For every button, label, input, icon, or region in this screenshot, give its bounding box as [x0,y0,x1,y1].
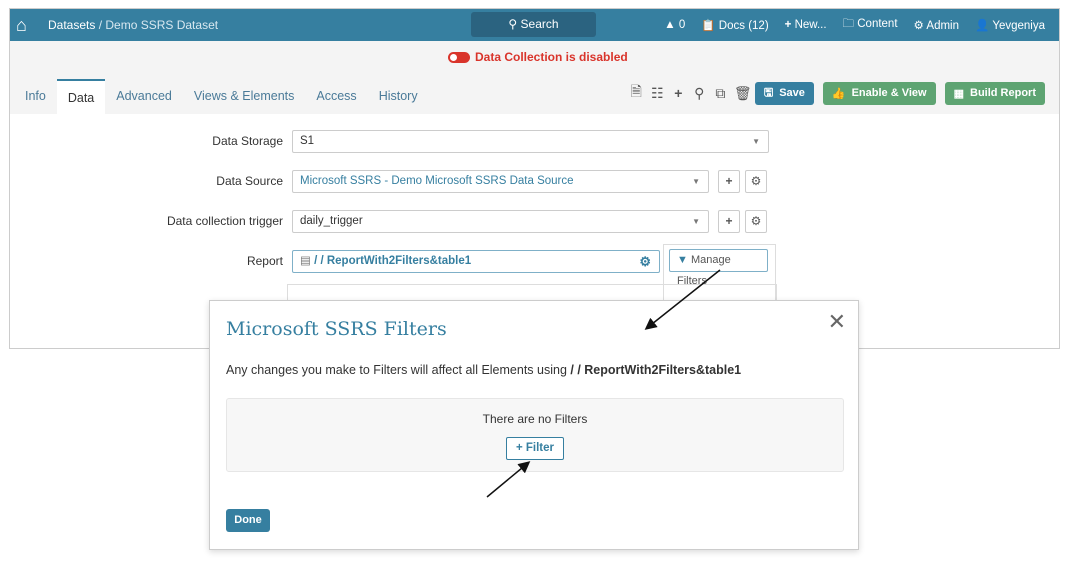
arrow-to-filter-button [486,461,531,498]
annotation-arrows [486,269,721,498]
arrow-to-modal [644,269,721,330]
